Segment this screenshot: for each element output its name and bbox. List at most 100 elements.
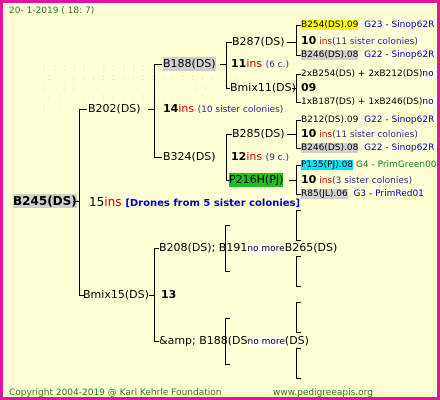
connector (226, 134, 227, 180)
gen4-4-text: 2xB254(DS) + 2xB212(DS) (301, 69, 423, 79)
gen4-11-ins: ins (319, 176, 333, 186)
gen4-8-count: 10 (301, 127, 317, 140)
gen4-10-name: P135(PJ).08 (301, 160, 354, 170)
gen2-c-tail: B265(DS) (284, 241, 338, 254)
gen4-row-10[interactable]: P135(PJ).08 G4 - PrimGreen00 (301, 158, 437, 172)
connector (296, 102, 301, 103)
connector (225, 318, 230, 319)
connector (225, 271, 230, 272)
connector (296, 25, 301, 26)
connector (296, 378, 301, 379)
gen2-d-name: &amp; B188(DS (159, 334, 248, 347)
gen4-8-ins: ins (319, 130, 333, 140)
connector (154, 341, 159, 342)
pedigree-frame: : : : : : : : : : : : : : : : : : : : : … (0, 0, 440, 400)
connector (225, 225, 230, 226)
gen2-b-info: 12ins (9 c.) (231, 150, 289, 165)
gen4-9-group: G22 - Sinop62R (364, 143, 435, 153)
connector (220, 64, 227, 65)
gen2-b-note: (9 c.) (265, 153, 289, 163)
connector (225, 364, 230, 365)
gen2-a-count: 11 (231, 57, 247, 70)
gen4-7-name: B212(DS).09 (301, 115, 359, 125)
gen2-b-count: 12 (231, 150, 247, 163)
gen4-2-note: (11 sister colonies) (332, 37, 418, 47)
gen4-12-name: R85(JL).06 (301, 189, 348, 199)
gen4-row-7[interactable]: B212(DS).09 G22 - Sinop62R (301, 113, 434, 127)
gen3-c[interactable]: B285(DS) (232, 127, 285, 141)
connector (296, 55, 301, 56)
connector (226, 180, 230, 181)
gen4-11-count: 10 (301, 173, 317, 186)
gen1-a[interactable]: B202(DS) (88, 102, 141, 116)
gen4-row-8: 10 ins(11 sister colonies) (301, 127, 418, 142)
connector (226, 42, 227, 88)
gen4-row-3[interactable]: B246(DS).08 G22 - Sinop62R (301, 48, 434, 62)
footer-site[interactable]: www.pedigreeapis.org (273, 386, 373, 397)
gen2-a-info: 11ins (6 c.) (231, 57, 289, 72)
gen1-a-count: 14 (163, 102, 179, 115)
gen2-a-ins: ins (246, 57, 263, 70)
gen2-c-name: B208(DS); B191 (159, 241, 248, 254)
connector (149, 295, 155, 296)
connector (79, 109, 80, 295)
gen4-1-name: B254(DS).09 (301, 20, 359, 30)
gen2-a[interactable]: B188(DS) (163, 57, 216, 71)
gen4-9-name: B246(DS).08 (301, 143, 359, 153)
gen2-b[interactable]: B324(DS) (163, 150, 216, 164)
connector (296, 148, 301, 149)
gen4-row-9[interactable]: B246(DS).08 G22 - Sinop62R (301, 141, 434, 155)
connector (154, 157, 162, 158)
connector (226, 88, 230, 89)
connector (289, 180, 297, 181)
gen3-b[interactable]: Bmix11(DS) (230, 81, 296, 95)
gen4-row-4[interactable]: 2xB254(DS) + 2xB212(DS)no more (301, 67, 437, 81)
gen3-d[interactable]: P216H(PJ) (229, 173, 284, 187)
connector (296, 348, 301, 349)
connector (296, 74, 301, 75)
connector (154, 64, 155, 157)
gen4-2-ins: ins (319, 37, 333, 47)
root-ins: ins (104, 195, 122, 209)
connector (226, 134, 232, 135)
connector (296, 194, 301, 195)
root-bee[interactable]: B245(DS) (13, 194, 77, 208)
gen1-a-note: (10 sister colonies) (197, 105, 284, 115)
connector (292, 88, 297, 89)
connector (296, 165, 301, 166)
gen4-8-note: (11 sister colonies) (332, 130, 418, 140)
gen3-a[interactable]: B287(DS) (232, 35, 285, 49)
connector (296, 302, 301, 303)
connector (296, 210, 301, 211)
header-date: 20- 1-2019 ( 18: 7) (9, 6, 95, 16)
gen4-row-5: 09 (301, 81, 317, 94)
connector (296, 210, 297, 240)
gen4-11-note: (3 sister colonies) (332, 176, 413, 186)
gen1-b-count: 13 (161, 288, 177, 301)
gen4-4-more: no more (422, 69, 437, 79)
gen2-c-more: no more (247, 244, 285, 254)
connector (79, 295, 84, 296)
gen4-3-name: B246(DS).08 (301, 50, 359, 60)
gen2-b-ins: ins (246, 150, 263, 163)
gen2-c[interactable]: B208(DS); B191no moreB265(DS) (159, 241, 337, 256)
gen2-d-tail: (DS) (284, 334, 309, 347)
connector (287, 134, 297, 135)
connector (296, 302, 297, 332)
gen4-row-6[interactable]: 1xB187(DS) + 1xB246(DS)no more (301, 95, 437, 109)
gen2-d[interactable]: &amp; B188(DSno more(DS) (159, 334, 309, 349)
connector (73, 201, 80, 202)
gen4-3-group: G22 - Sinop62R (364, 50, 435, 60)
gen4-7-group: G22 - Sinop62R (364, 115, 435, 125)
connector (287, 42, 297, 43)
gen4-2-count: 10 (301, 34, 317, 47)
footer-copyright: Copyright 2004-2019 @ Karl Kehrle Founda… (9, 388, 222, 398)
gen4-row-1[interactable]: B254(DS).09 G23 - Sinop62R (301, 18, 434, 32)
gen1-b[interactable]: Bmix15(DS) (83, 288, 149, 302)
root-drones: [Drones from 5 sister colonies] (125, 198, 301, 209)
gen4-row-12[interactable]: R85(JL).06 G3 - PrimRed01 (301, 187, 424, 201)
gen4-1-group: G23 - Sinop62R (364, 20, 435, 30)
connector (296, 256, 301, 257)
connector (296, 240, 301, 241)
gen4-12-group: G3 - PrimRed01 (353, 189, 424, 199)
